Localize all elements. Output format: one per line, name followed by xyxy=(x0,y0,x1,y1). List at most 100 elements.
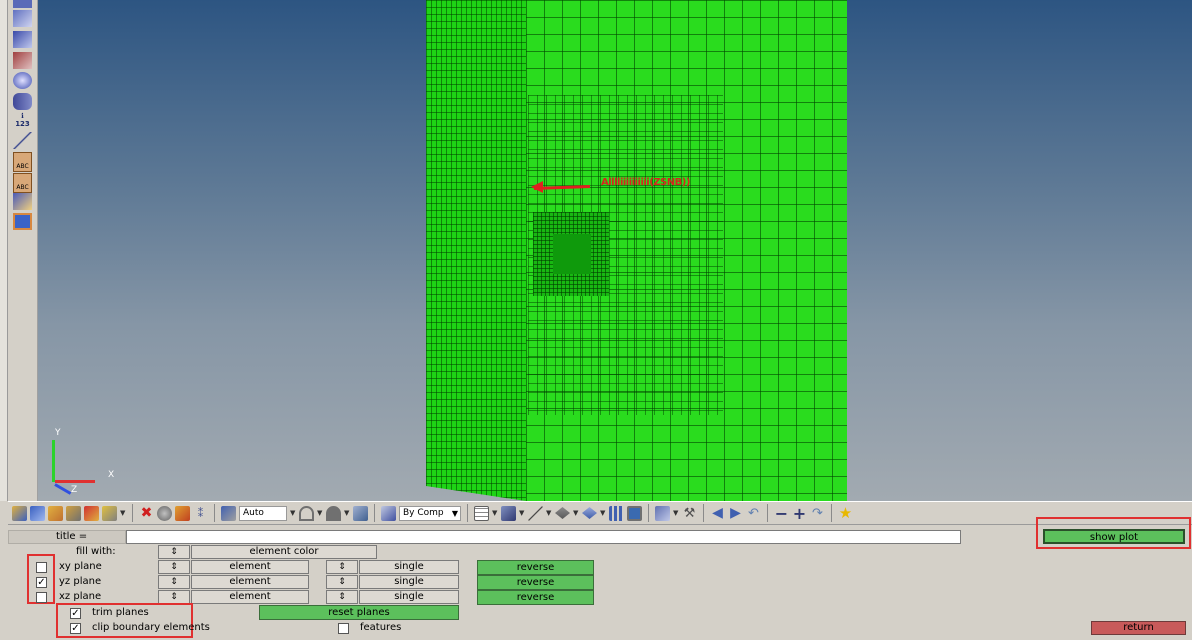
star-icon[interactable]: ★ xyxy=(838,505,853,521)
info-icon[interactable]: ℹ 123 xyxy=(13,112,32,128)
return-button[interactable]: return xyxy=(1091,621,1186,635)
fill-with-select[interactable]: element color xyxy=(191,545,377,559)
xz-plane-mode-toggle[interactable]: ⇕ xyxy=(326,590,358,604)
surface-icon[interactable] xyxy=(555,507,570,519)
clip-boundary-label: clip boundary elements xyxy=(92,622,210,633)
xy-plane-label: xy plane xyxy=(59,561,102,572)
yz-plane-mode-toggle[interactable]: ⇕ xyxy=(326,575,358,589)
toolbar-separator xyxy=(467,504,468,522)
back-arrow-icon[interactable]: ◀ xyxy=(710,505,725,521)
display-mode-select[interactable]: Auto xyxy=(239,505,287,521)
check-icon: ✓ xyxy=(71,608,80,619)
mesh-panel-icon[interactable] xyxy=(13,213,32,230)
export-icon[interactable] xyxy=(84,505,99,521)
chevron-down-icon[interactable]: ▼ xyxy=(344,509,350,517)
toggle-arrows-icon: ⇕ xyxy=(170,577,178,587)
mesh-left-face xyxy=(426,0,526,501)
minus-icon[interactable]: − xyxy=(774,505,789,521)
toolbar-separator xyxy=(703,504,704,522)
chevron-down-icon[interactable]: ▼ xyxy=(317,509,323,517)
toolbar-separator xyxy=(214,504,215,522)
print-icon[interactable] xyxy=(102,505,117,521)
yz-plane-checkbox[interactable]: ✓ xyxy=(36,577,47,588)
folder-icon[interactable] xyxy=(48,505,63,521)
xy-plane-checkbox[interactable] xyxy=(36,562,47,573)
chevron-down-icon[interactable]: ▼ xyxy=(519,509,525,517)
chevron-down-icon[interactable]: ▼ xyxy=(546,509,552,517)
redo-icon[interactable]: ↷ xyxy=(810,506,825,521)
chevron-down-icon[interactable]: ▼ xyxy=(573,509,579,517)
shade-icon[interactable] xyxy=(157,505,172,521)
wrench-icon[interactable]: ⚒ xyxy=(682,506,697,521)
abc-label-icon[interactable]: ABC xyxy=(13,152,32,172)
open-model-icon[interactable] xyxy=(12,505,27,521)
fill-with-label: fill with: xyxy=(76,546,116,557)
toggle-arrows-icon: ⇕ xyxy=(170,562,178,572)
abc-label-alt-icon[interactable]: ABC xyxy=(13,173,32,193)
features-checkbox[interactable] xyxy=(338,623,349,634)
chevron-down-icon[interactable]: ▼ xyxy=(673,509,679,517)
chevron-down-icon[interactable]: ▼ xyxy=(290,509,296,517)
import-icon[interactable] xyxy=(30,505,45,521)
xz-plane-checkbox[interactable] xyxy=(36,592,47,603)
solid-icon[interactable] xyxy=(582,507,597,519)
xz-plane-reverse-button[interactable]: reverse xyxy=(477,590,594,605)
yz-plane-mode-select[interactable]: single xyxy=(359,575,459,589)
yz-plane-entity-toggle[interactable]: ⇕ xyxy=(158,575,190,589)
triad-y-label: Y xyxy=(55,428,61,438)
pan-icon[interactable] xyxy=(326,505,341,521)
monitor-icon[interactable] xyxy=(627,505,642,521)
binoculars-icon[interactable] xyxy=(13,93,32,110)
hidden-line-panel: title = title = show plot fill with: ⇕ e… xyxy=(8,517,1192,640)
count-icon[interactable]: ⁑ xyxy=(193,506,208,521)
toggle-arrows-icon: ⇕ xyxy=(338,562,346,572)
sphere-icon[interactable] xyxy=(13,72,32,89)
trim-planes-checkbox[interactable]: ✓ xyxy=(70,608,81,619)
yz-plane-reverse-button[interactable]: reverse xyxy=(477,575,594,590)
box-view-icon[interactable] xyxy=(353,505,368,521)
xz-plane-mode-select[interactable]: single xyxy=(359,590,459,604)
fill-with-toggle[interactable]: ⇕ xyxy=(158,545,190,559)
plus-icon[interactable]: + xyxy=(792,505,807,521)
chevron-down-icon[interactable]: ▼ xyxy=(600,509,606,517)
xy-plane-entity-toggle[interactable]: ⇕ xyxy=(158,560,190,574)
mesh-cube-icon[interactable] xyxy=(13,10,32,27)
line-icon[interactable] xyxy=(528,505,543,521)
display-mode-icon[interactable] xyxy=(221,505,236,521)
save-icon[interactable] xyxy=(66,505,81,521)
rotate-icon[interactable] xyxy=(299,505,314,521)
delete-icon[interactable]: ✖ xyxy=(139,505,154,521)
triad-z-label: Z xyxy=(71,485,78,495)
graphics-viewport[interactable]: Alllliiiiiiiiii(ZSNB)) Y X Z xyxy=(38,0,1192,501)
title-label-text: title = xyxy=(56,531,88,542)
color-mode-select[interactable]: By Comp ▼ xyxy=(399,505,461,521)
xy-plane-entity-select[interactable]: element xyxy=(191,560,309,574)
mask-icon[interactable] xyxy=(655,505,670,521)
forward-arrow-icon[interactable]: ▶ xyxy=(728,505,743,521)
chevron-down-icon[interactable]: ▼ xyxy=(492,509,498,517)
mesh-layers-icon[interactable] xyxy=(13,31,32,48)
shaded-elements-icon[interactable] xyxy=(501,505,516,521)
xy-plane-mode-select[interactable]: single xyxy=(359,560,459,574)
title-input[interactable] xyxy=(126,530,961,544)
clip-boundary-checkbox[interactable]: ✓ xyxy=(70,623,81,634)
show-plot-button[interactable]: show plot xyxy=(1043,529,1185,544)
info-icon-text: 123 xyxy=(15,120,30,128)
grid-icon[interactable] xyxy=(609,505,624,521)
pointer-icon[interactable] xyxy=(13,0,32,8)
measure-icon[interactable] xyxy=(13,132,32,149)
reset-planes-button[interactable]: reset planes xyxy=(259,605,459,620)
toolbar-separator xyxy=(767,504,768,522)
xy-plane-reverse-button[interactable]: reverse xyxy=(477,560,594,575)
color-by-icon[interactable] xyxy=(381,505,396,521)
surface-flip-icon[interactable] xyxy=(13,193,32,210)
chevron-down-icon[interactable]: ▼ xyxy=(120,509,126,517)
wireframe-icon[interactable] xyxy=(474,505,489,521)
xz-plane-entity-select[interactable]: element xyxy=(191,590,309,604)
undo-icon[interactable]: ↶ xyxy=(746,506,761,521)
xz-plane-entity-toggle[interactable]: ⇕ xyxy=(158,590,190,604)
collector-icon[interactable] xyxy=(175,505,190,521)
yz-plane-entity-select[interactable]: element xyxy=(191,575,309,589)
entity-grid-icon[interactable] xyxy=(13,52,32,69)
xy-plane-mode-toggle[interactable]: ⇕ xyxy=(326,560,358,574)
